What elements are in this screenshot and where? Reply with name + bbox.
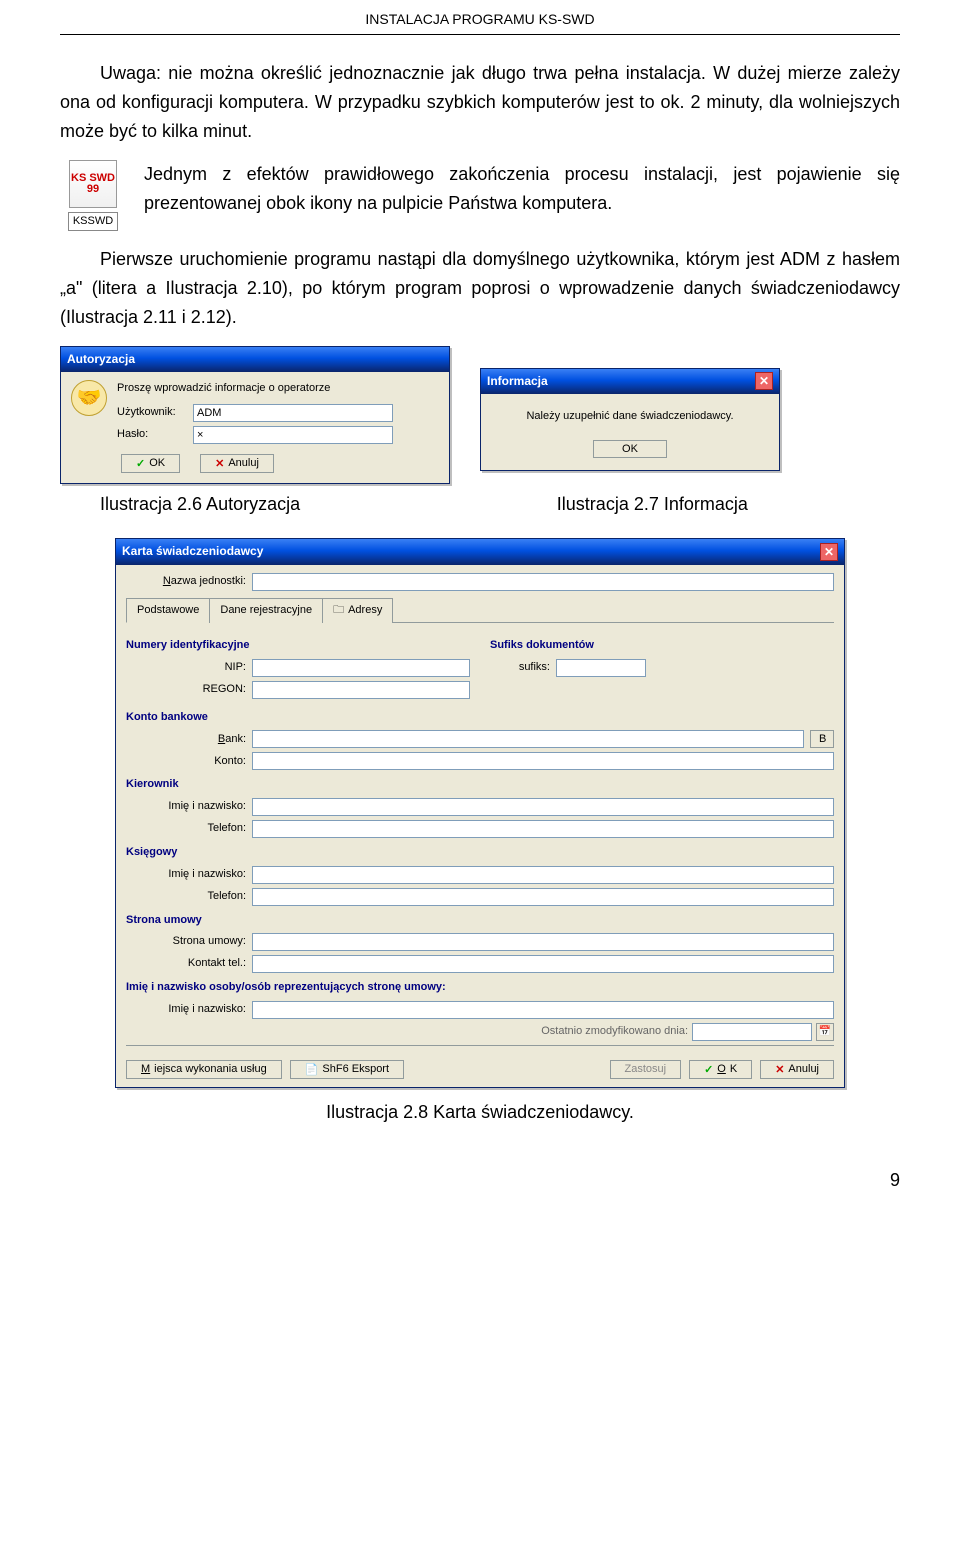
check-icon: ✓: [704, 1063, 713, 1076]
strona-input[interactable]: [252, 933, 834, 951]
main-content: Uwaga: nie można określić jednoznacznie …: [0, 59, 960, 1156]
dialogs-row: Autoryzacja 🤝 Proszę wprowadzić informac…: [60, 346, 900, 484]
auth-prompt: Proszę wprowadzić informacje o operatorz…: [117, 380, 439, 398]
info-body: Należy uzupełnić dane świadczeniodawcy. …: [481, 394, 779, 470]
user-label: Użytkownik:: [117, 404, 187, 422]
tab-podstawowe[interactable]: Podstawowe: [126, 598, 210, 624]
export-label: ShF6 Eksport: [322, 1063, 389, 1075]
auth-cancel-label: Anuluj: [228, 457, 259, 469]
nazwa-label: NNazwa jednostki:azwa jednostki:: [126, 573, 246, 591]
grp-strona: Strona umowy: [126, 912, 834, 930]
auth-cancel-button[interactable]: ✕ Anuluj: [200, 454, 274, 473]
karta-ok-button[interactable]: ✓ OK: [689, 1060, 752, 1079]
caption-info: Ilustracja 2.7 Informacja: [557, 490, 900, 519]
caption-karta: Ilustracja 2.8 Karta świadczeniodawcy.: [60, 1098, 900, 1127]
karta-body: NNazwa jednostki:azwa jednostki: Podstaw…: [116, 565, 844, 1087]
ksswd-icon: KS SWD 99: [69, 160, 117, 208]
sufiks-label: sufiks:: [490, 659, 550, 677]
check-icon: ✓: [136, 457, 145, 470]
close-icon[interactable]: ✕: [755, 372, 773, 390]
x-icon: ✕: [215, 457, 224, 470]
ksswd-icon-label: KSSWD: [68, 212, 118, 232]
ksieg-imie-input[interactable]: [252, 866, 834, 884]
page-header: INSTALACJA PROGRAMU KS-SWD: [60, 0, 900, 35]
ksieg-imie-label: Imię i nazwisko:: [126, 866, 246, 884]
kier-imie-input[interactable]: [252, 798, 834, 816]
lastmod-value: [692, 1023, 812, 1041]
info-message: Należy uzupełnić dane świadczeniodawcy.: [491, 408, 769, 426]
x-icon: ✕: [775, 1063, 784, 1076]
paragraph-2: Jednym z efektów prawidłowego zakończeni…: [144, 160, 900, 232]
konto-input[interactable]: [252, 752, 834, 770]
page-number: 9: [0, 1156, 960, 1205]
auth-body: 🤝 Proszę wprowadzić informacje o operato…: [61, 372, 449, 483]
kontakt-label: Kontakt tel.:: [126, 955, 246, 973]
grp-konto: Konto bankowe: [126, 709, 834, 727]
auth-titlebar: Autoryzacja: [61, 347, 449, 372]
sufiks-input[interactable]: [556, 659, 646, 677]
karta-anuluj-label: Anuluj: [788, 1063, 819, 1075]
last-mod-row: Ostatnio zmodyfikowano dnia: 📅: [126, 1023, 834, 1041]
export-button[interactable]: 📄 ShF6 Eksport: [290, 1060, 404, 1079]
repr-imie-label: Imię i nazwisko:: [126, 1001, 246, 1019]
handshake-icon: 🤝: [71, 380, 107, 416]
grp-sufiks: Sufiks dokumentów: [490, 637, 834, 655]
auth-title: Autoryzacja: [67, 350, 135, 369]
pass-input[interactable]: [193, 426, 393, 444]
tab-adresy-label: Adresy: [348, 604, 382, 616]
export-icon: 📄: [305, 1063, 319, 1076]
strona-label: Strona umowy:: [126, 933, 246, 951]
kontakt-input[interactable]: [252, 955, 834, 973]
grp-repr: Imię i nazwisko osoby/osób reprezentując…: [126, 979, 834, 997]
kier-tel-label: Telefon:: [126, 820, 246, 838]
repr-imie-input[interactable]: [252, 1001, 834, 1019]
karta-title: Karta świadczeniodawcy: [122, 542, 263, 561]
tabstrip: Podstawowe Dane rejestracyjne 🗀 Adresy: [126, 597, 834, 624]
caption-auth: Ilustracja 2.6 Autoryzacja: [100, 490, 497, 519]
karta-anuluj-button[interactable]: ✕ Anuluj: [760, 1060, 834, 1079]
user-input[interactable]: [193, 404, 393, 422]
karta-button-bar: Miejsca wykonania usług 📄 ShF6 Eksport Z…: [126, 1054, 834, 1079]
miejsca-button[interactable]: Miejsca wykonania usług: [126, 1060, 282, 1079]
desktop-shortcut-icon: KS SWD 99 KSSWD: [60, 160, 126, 232]
karta-titlebar: Karta świadczeniodawcy ✕: [116, 539, 844, 564]
zastosuj-label: Zastosuj: [625, 1063, 667, 1075]
tab-rejestr[interactable]: Dane rejestracyjne: [209, 598, 323, 624]
kier-tel-input[interactable]: [252, 820, 834, 838]
ksieg-tel-label: Telefon:: [126, 888, 246, 906]
info-titlebar: Informacja ✕: [481, 369, 779, 394]
grp-numery: Numery identyfikacyjne: [126, 637, 470, 655]
miejsca-label: iejsca wykonania usług: [154, 1063, 267, 1075]
regon-input[interactable]: [252, 681, 470, 699]
pass-label: Hasło:: [117, 426, 187, 444]
grp-ksieg: Księgowy: [126, 844, 834, 862]
konto-label: Konto:: [126, 753, 246, 771]
karta-close-icon[interactable]: ✕: [820, 543, 838, 561]
tab-adresy[interactable]: 🗀 Adresy: [322, 598, 393, 624]
ksieg-tel-input[interactable]: [252, 888, 834, 906]
info-title: Informacja: [487, 372, 548, 391]
grp-kier: Kierownik: [126, 776, 834, 794]
paragraph-3: Pierwsze uruchomienie programu nastąpi d…: [60, 245, 900, 331]
info-dialog: Informacja ✕ Należy uzupełnić dane świad…: [480, 368, 780, 471]
auth-dialog: Autoryzacja 🤝 Proszę wprowadzić informac…: [60, 346, 450, 484]
bank-lookup-button[interactable]: B: [810, 730, 834, 748]
bank-input[interactable]: [252, 730, 804, 748]
auth-ok-button[interactable]: ✓ OK: [121, 454, 180, 473]
nazwa-input[interactable]: [252, 573, 834, 591]
lastmod-label: Ostatnio zmodyfikowano dnia:: [541, 1023, 688, 1041]
paragraph-1: Uwaga: nie można określić jednoznacznie …: [60, 59, 900, 145]
nip-label: NIP:: [126, 659, 246, 677]
calendar-icon[interactable]: 📅: [816, 1023, 834, 1041]
bank-label: Bank:: [126, 731, 246, 749]
info-ok-button[interactable]: OK: [593, 440, 667, 458]
auth-ok-label: OK: [149, 457, 165, 469]
karta-dialog: Karta świadczeniodawcy ✕ NNazwa jednostk…: [115, 538, 845, 1087]
zastosuj-button[interactable]: Zastosuj: [610, 1060, 682, 1079]
regon-label: REGON:: [126, 681, 246, 699]
icon-paragraph-row: KS SWD 99 KSSWD Jednym z efektów prawidł…: [60, 160, 900, 232]
nip-input[interactable]: [252, 659, 470, 677]
folder-icon: 🗀: [333, 604, 344, 616]
kier-imie-label: Imię i nazwisko:: [126, 798, 246, 816]
